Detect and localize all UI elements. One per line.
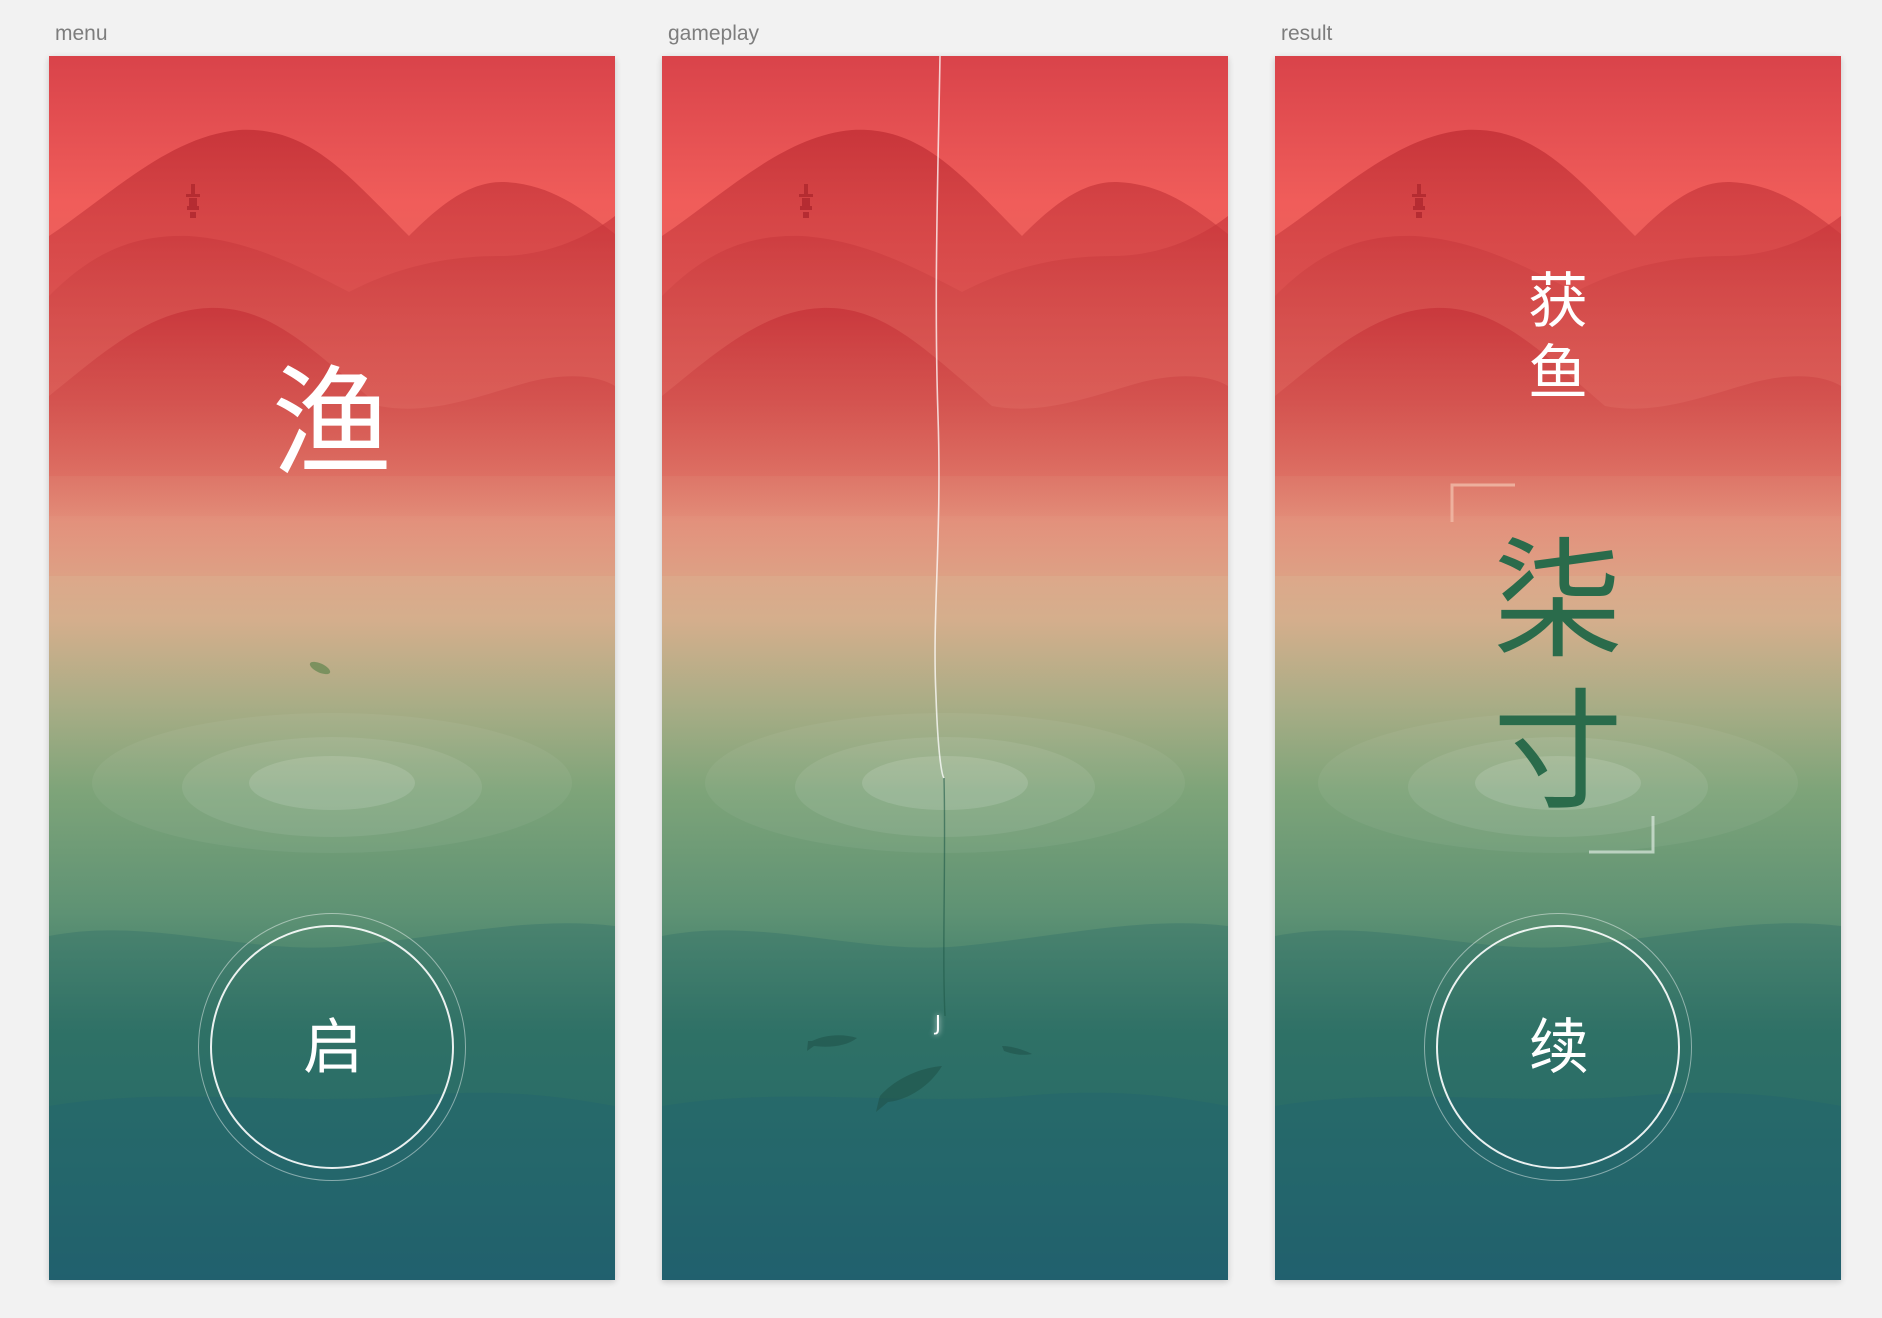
fishing-hook-icon: J xyxy=(935,1011,941,1035)
fish-icon xyxy=(1002,1046,1032,1055)
fish-size-char-1: 柒 xyxy=(1492,525,1623,677)
start-button[interactable]: 启 xyxy=(198,913,466,1181)
menu-screen: 渔 启 xyxy=(49,56,615,1280)
fish-size: 柒 寸 xyxy=(1275,526,1841,828)
continue-button-label: 续 xyxy=(1529,1013,1589,1083)
fish-icon xyxy=(807,1035,857,1051)
fish-shadows xyxy=(807,1035,1032,1112)
fish-icon xyxy=(876,1066,942,1112)
result-screen: 获 鱼 柒 寸 续 xyxy=(1275,56,1841,1280)
gameplay-screen[interactable]: J xyxy=(662,56,1228,1280)
panel-label-result: result xyxy=(1281,22,1333,45)
game-title: 渔 xyxy=(272,355,392,494)
panel-label-gameplay: gameplay xyxy=(668,22,760,45)
continue-button[interactable]: 续 xyxy=(1424,913,1692,1181)
fish-size-char-2: 寸 xyxy=(1492,675,1623,828)
start-button-label: 启 xyxy=(303,1013,363,1083)
panel-label-menu: menu xyxy=(55,22,108,45)
